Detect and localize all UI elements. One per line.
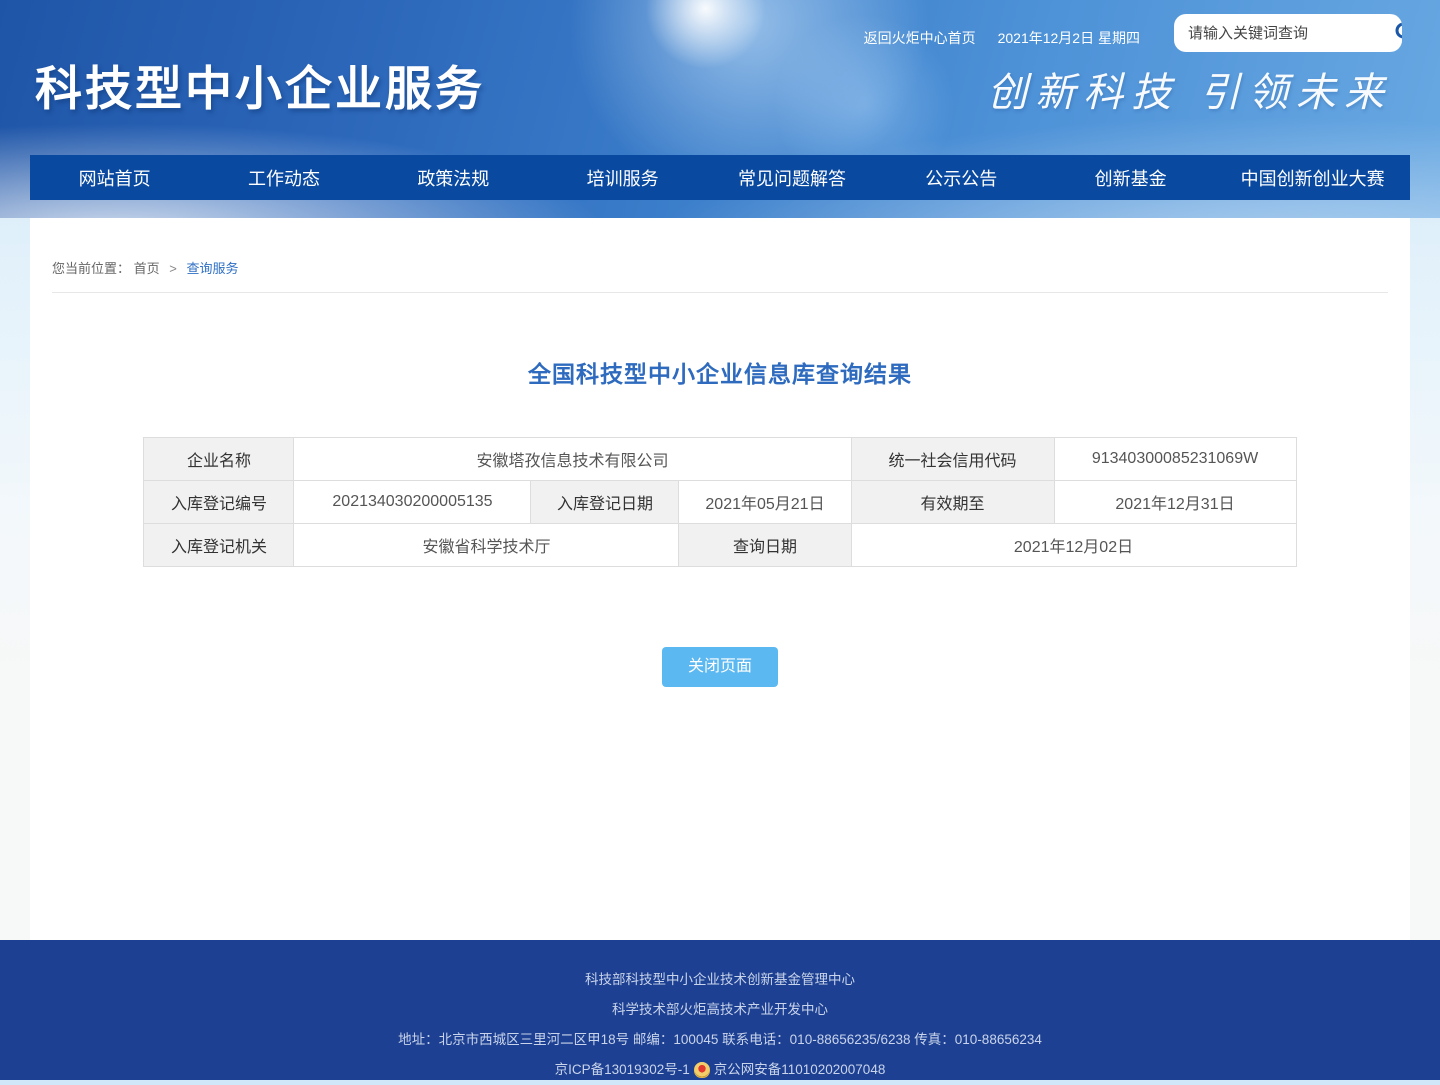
header-banner: 返回火炬中心首页 2021年12月2日 星期四 科技型中小企业服务 创新科技 引…: [0, 0, 1440, 218]
value-registration-authority: 安徽省科学技术厅: [294, 524, 679, 567]
main-nav: 网站首页 工作动态 政策法规 培训服务 常见问题解答 公示公告 创新基金 中国创…: [30, 155, 1410, 200]
nav-item-training[interactable]: 培训服务: [538, 155, 707, 200]
site-slogan: 创新科技 引领未来: [987, 60, 1392, 118]
breadcrumb-home-link[interactable]: 首页: [134, 261, 160, 276]
icp-number: 京ICP备13019302号-1: [555, 1055, 690, 1085]
label-registration-authority: 入库登记机关: [144, 524, 294, 567]
table-row: 入库登记编号 202134030200005135 入库登记日期 2021年05…: [144, 481, 1296, 524]
label-company-name: 企业名称: [144, 438, 294, 481]
nav-item-announcements[interactable]: 公示公告: [877, 155, 1046, 200]
table-row: 入库登记机关 安徽省科学技术厅 查询日期 2021年12月02日: [144, 524, 1296, 567]
nav-item-home[interactable]: 网站首页: [30, 155, 199, 200]
result-table: 企业名称 安徽塔孜信息技术有限公司 统一社会信用代码 9134030008523…: [143, 437, 1296, 567]
footer-line-registration: 京ICP备13019302号-1 京公网安备11010202007048: [0, 1055, 1440, 1085]
breadcrumb: 您当前位置： 首页 > 查询服务: [52, 218, 1388, 293]
label-credit-code: 统一社会信用代码: [851, 438, 1054, 481]
search-icon: [1393, 20, 1402, 47]
value-registration-date: 2021年05月21日: [679, 481, 851, 524]
value-credit-code: 91340300085231069W: [1054, 438, 1296, 481]
footer-line-contact: 地址：北京市西城区三里河二区甲18号 邮编：100045 联系电话：010-88…: [0, 1025, 1440, 1055]
value-company-name: 安徽塔孜信息技术有限公司: [294, 438, 851, 481]
table-row: 企业名称 安徽塔孜信息技术有限公司 统一社会信用代码 9134030008523…: [144, 438, 1296, 481]
breadcrumb-current-link[interactable]: 查询服务: [187, 261, 239, 276]
close-page-button[interactable]: 关闭页面: [662, 647, 778, 687]
value-registration-number: 202134030200005135: [294, 481, 531, 524]
search-input[interactable]: [1174, 14, 1393, 52]
content-panel: 您当前位置： 首页 > 查询服务 全国科技型中小企业信息库查询结果 企业名称 安…: [30, 218, 1410, 940]
label-valid-until: 有效期至: [851, 481, 1054, 524]
security-record-number: 京公网安备11010202007048: [714, 1055, 886, 1085]
value-query-date: 2021年12月02日: [851, 524, 1296, 567]
breadcrumb-separator: >: [169, 261, 177, 276]
label-registration-date: 入库登记日期: [531, 481, 679, 524]
footer: 科技部科技型中小企业技术创新基金管理中心 科学技术部火炬高技术产业开发中心 地址…: [0, 940, 1440, 1080]
page: 返回火炬中心首页 2021年12月2日 星期四 科技型中小企业服务 创新科技 引…: [0, 0, 1440, 1080]
site-logo: 科技型中小企业服务: [35, 50, 485, 119]
page-title: 全国科技型中小企业信息库查询结果: [30, 355, 1410, 389]
search-button[interactable]: [1393, 14, 1402, 52]
current-date: 2021年12月2日 星期四: [998, 28, 1140, 48]
nav-item-policies[interactable]: 政策法规: [369, 155, 538, 200]
footer-line-torch-center: 科学技术部火炬高技术产业开发中心: [0, 995, 1440, 1025]
nav-item-faq[interactable]: 常见问题解答: [707, 155, 876, 200]
nav-item-innovation-contest[interactable]: 中国创新创业大赛: [1215, 155, 1410, 200]
button-row: 关闭页面: [30, 647, 1410, 687]
search-box: [1174, 14, 1402, 52]
public-security-badge-icon: [694, 1062, 710, 1078]
footer-line-fund-center: 科技部科技型中小企业技术创新基金管理中心: [0, 965, 1440, 995]
back-to-torch-home-link[interactable]: 返回火炬中心首页: [864, 28, 976, 48]
label-registration-number: 入库登记编号: [144, 481, 294, 524]
value-valid-until: 2021年12月31日: [1054, 481, 1296, 524]
label-query-date: 查询日期: [679, 524, 851, 567]
nav-item-work-news[interactable]: 工作动态: [199, 155, 368, 200]
nav-item-innovation-fund[interactable]: 创新基金: [1046, 155, 1215, 200]
header-topbar: 返回火炬中心首页 2021年12月2日 星期四: [864, 28, 1140, 48]
breadcrumb-prefix: 您当前位置：: [52, 261, 130, 276]
